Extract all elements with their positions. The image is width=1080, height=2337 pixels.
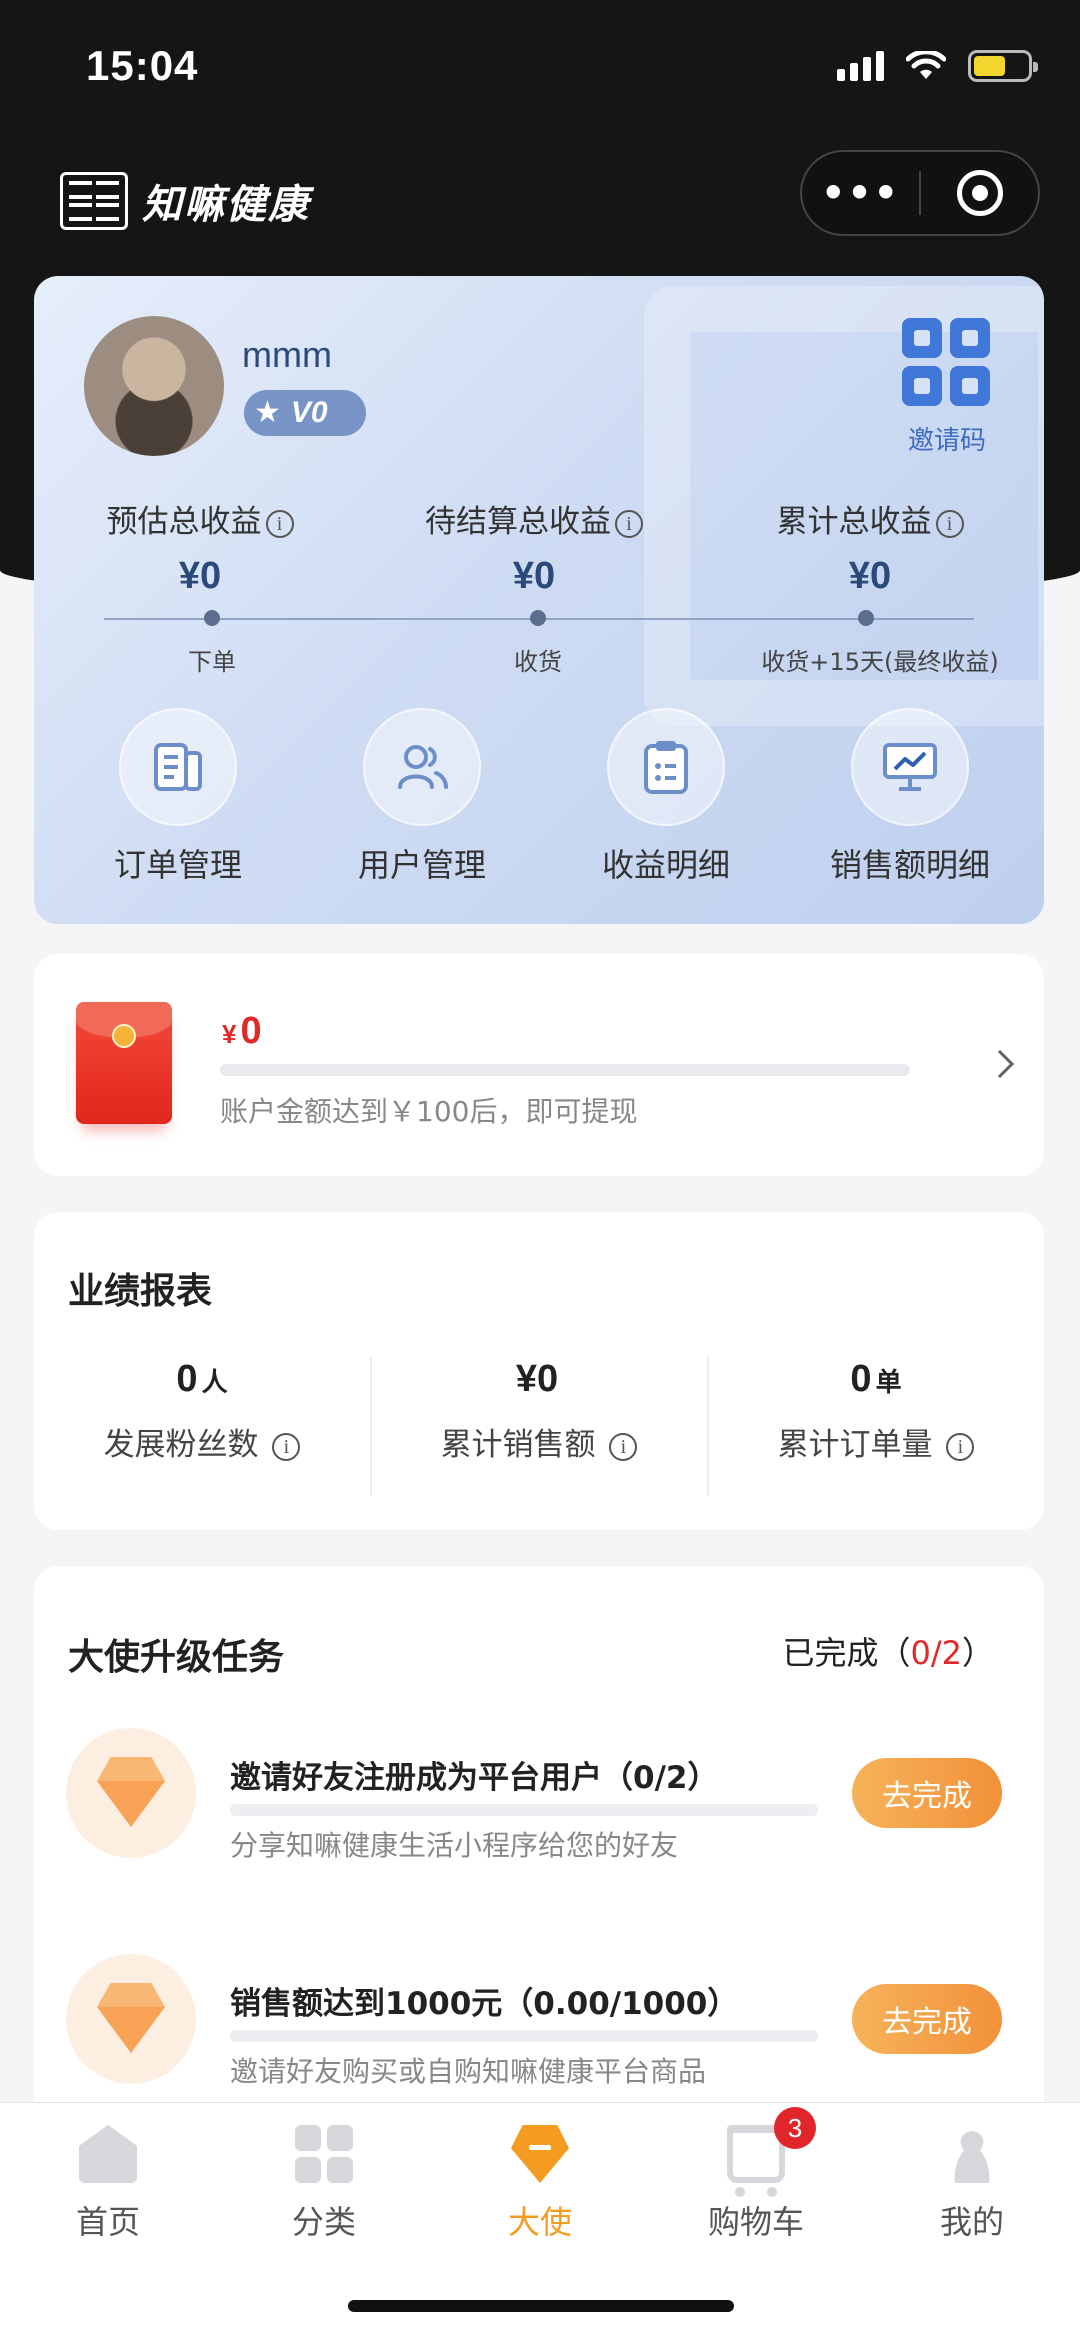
profile-icon	[943, 2125, 1001, 2183]
tab-cart[interactable]: 3 购物车	[648, 2107, 864, 2243]
stat-value: 0	[850, 1358, 872, 1400]
fans-stat: 0人 发展粉丝数 i	[34, 1358, 370, 1464]
close-miniprogram-button[interactable]	[921, 170, 1038, 216]
task-desc: 邀请好友购买或自购知嘛健康平台商品	[230, 2055, 707, 2088]
task-title: 邀请好友注册成为平台用户（0/2）	[230, 1760, 719, 1796]
status-time: 15:04	[86, 42, 199, 89]
report-title: 业绩报表	[68, 1271, 213, 1312]
category-icon	[295, 2125, 353, 2183]
tasks-title: 大使升级任务	[68, 1637, 285, 1678]
nav-bar: 知嘛健康 •••	[0, 150, 1080, 260]
info-icon[interactable]: i	[609, 1432, 638, 1461]
miniprogram-capsule: •••	[800, 150, 1040, 236]
go-complete-button[interactable]: 去完成	[852, 1758, 1002, 1828]
orders-stat: 0单 累计订单量 i	[708, 1358, 1044, 1464]
tab-label: 我的	[939, 2203, 1004, 2241]
info-icon[interactable]: i	[272, 1432, 301, 1461]
cart-badge: 3	[774, 2107, 816, 2149]
task-item: 销售额达到1000元（0.00/1000） 邀请好友购买或自购知嘛健康平台商品 …	[34, 1954, 1044, 2114]
tab-label: 大使	[507, 2203, 572, 2241]
task-title: 销售额达到1000元（0.00/1000）	[230, 1986, 739, 2022]
wallet-amount-value: 0	[240, 1010, 262, 1052]
chevron-right-icon	[985, 1049, 1015, 1079]
tasks-done-count: 0/2	[910, 1634, 962, 1672]
status-bar: 15:04	[0, 0, 1080, 140]
sales-stat: ¥0 累计销售额 i	[371, 1358, 707, 1464]
tasks-done-suffix: ）	[961, 1634, 994, 1672]
tasks-done-prefix: 已完成（	[782, 1634, 911, 1672]
stat-value: ¥0	[515, 1358, 559, 1400]
ambassador-icon	[511, 2125, 569, 2183]
order-doc-icon	[119, 708, 237, 826]
order-management-button[interactable]: 订单管理	[68, 708, 288, 886]
user-management-button[interactable]: 用户管理	[312, 708, 532, 886]
cellular-signal-icon	[837, 51, 884, 81]
logo-mark-icon	[60, 172, 128, 230]
tasks-progress: 已完成（0/2）	[782, 1628, 994, 1674]
withdraw-tip: 账户金额达到￥100后，即可提现	[220, 1095, 638, 1128]
wallet-card[interactable]: ¥0 账户金额达到￥100后，即可提现	[34, 954, 1044, 1176]
earnings-detail-button[interactable]: 收益明细	[556, 708, 776, 886]
info-icon[interactable]: i	[946, 1432, 975, 1461]
upgrade-tasks-card: 大使升级任务 已完成（0/2） 邀请好友注册成为平台用户（0/2） 分享知嘛健康…	[34, 1566, 1044, 2126]
stat-unit: 人	[201, 1368, 228, 1398]
task-item: 邀请好友注册成为平台用户（0/2） 分享知嘛健康生活小程序给您的好友 去完成	[34, 1728, 1044, 1888]
task-progress-bar	[230, 1804, 818, 1816]
status-icons	[837, 50, 1038, 82]
tab-category[interactable]: 分类	[216, 2125, 432, 2243]
tab-label: 购物车	[707, 2203, 804, 2241]
tab-home[interactable]: 首页	[0, 2125, 216, 2243]
more-menu-button[interactable]: •••	[802, 171, 919, 215]
chart-board-icon	[851, 708, 969, 826]
hero-actions: 订单管理 用户管理 收益明细 销售额明细	[34, 276, 1044, 924]
stat-label: 发展粉丝数	[103, 1427, 259, 1463]
diamond-icon	[66, 1728, 196, 1858]
currency-symbol: ¥	[222, 1019, 237, 1049]
tab-label: 分类	[291, 2203, 356, 2241]
task-desc: 分享知嘛健康生活小程序给您的好友	[230, 1829, 679, 1862]
stat-value: 0	[176, 1358, 198, 1400]
sales-detail-button[interactable]: 销售额明细	[800, 708, 1020, 886]
action-label: 订单管理	[113, 846, 242, 884]
users-icon	[363, 708, 481, 826]
home-icon	[79, 2125, 137, 2183]
task-progress-bar	[230, 2030, 818, 2042]
clipboard-icon	[607, 708, 725, 826]
stat-unit: 单	[875, 1368, 902, 1398]
wallet-amount: ¥0	[222, 1010, 262, 1053]
action-label: 销售额明细	[829, 846, 990, 884]
home-indicator	[348, 2300, 734, 2312]
tab-ambassador[interactable]: 大使	[432, 2125, 648, 2243]
stat-label: 累计销售额	[440, 1427, 596, 1463]
action-label: 用户管理	[357, 846, 486, 884]
target-icon	[956, 170, 1003, 216]
diamond-icon	[66, 1954, 196, 2084]
app-logo: 知嘛健康	[60, 172, 310, 230]
go-complete-button[interactable]: 去完成	[852, 1984, 1002, 2054]
app-name: 知嘛健康	[142, 181, 310, 228]
wifi-icon	[906, 51, 946, 79]
tab-label: 首页	[75, 2203, 140, 2241]
action-label: 收益明细	[601, 846, 730, 884]
wallet-progress-bar	[220, 1064, 910, 1076]
tab-profile[interactable]: 我的	[864, 2125, 1080, 2243]
battery-icon	[968, 50, 1038, 82]
stat-label: 累计订单量	[777, 1427, 933, 1463]
performance-report-card: 业绩报表 0人 发展粉丝数 i ¥0 累计销售额 i 0单 累计订单量 i	[34, 1212, 1044, 1530]
red-packet-icon	[76, 1002, 172, 1124]
